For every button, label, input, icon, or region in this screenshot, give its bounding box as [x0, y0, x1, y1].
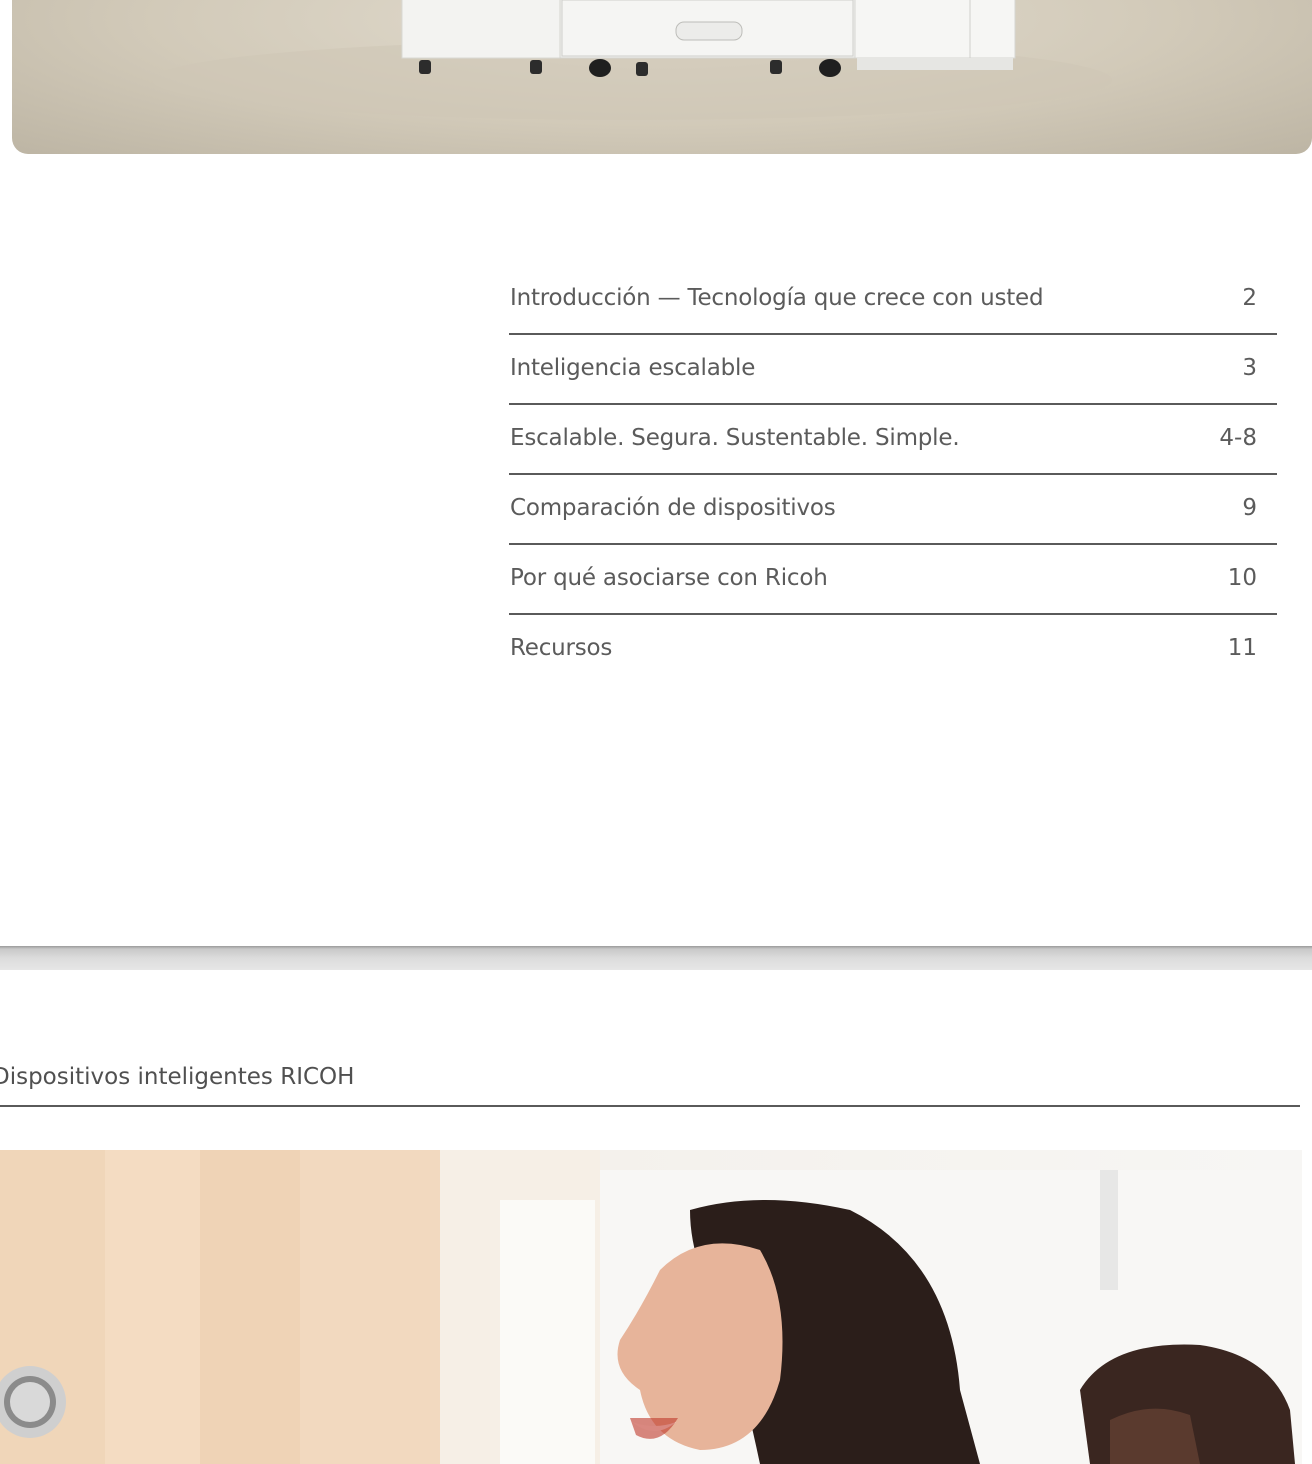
toc-entry[interactable]: Inteligencia escalable 3 [509, 335, 1277, 405]
document-page-1: Introducción — Tecnología que crece con … [0, 0, 1312, 946]
document-page-2: Dispositivos inteligentes RICOH [0, 970, 1312, 1464]
toc-entry-page: 2 [1242, 285, 1257, 311]
toc-entry-title: Introducción — Tecnología que crece con … [510, 285, 1044, 311]
office-people-photo [0, 1150, 1302, 1464]
printer-hero-image [12, 0, 1312, 154]
toc-entry-page: 3 [1242, 355, 1257, 381]
toc-entry[interactable]: Por qué asociarse con Ricoh 10 [509, 545, 1277, 615]
toc-entry-page: 11 [1227, 635, 1257, 661]
section-divider [0, 1105, 1300, 1107]
toc-entry-title: Escalable. Segura. Sustentable. Simple. [510, 425, 960, 451]
toc-entry-page: 10 [1227, 565, 1257, 591]
toc-entry-title: Comparación de dispositivos [510, 495, 836, 521]
printer-illustration [152, 0, 1112, 120]
photo-illustration [0, 1150, 1302, 1464]
toc-entry-page: 9 [1242, 495, 1257, 521]
toc-entry-page: 4-8 [1219, 425, 1257, 451]
toc-entry[interactable]: Recursos 11 [509, 615, 1277, 685]
table-of-contents: Introducción — Tecnología que crece con … [509, 265, 1277, 685]
toc-entry-title: Por qué asociarse con Ricoh [510, 565, 828, 591]
toc-entry-title: Recursos [510, 635, 613, 661]
toc-entry[interactable]: Escalable. Segura. Sustentable. Simple. … [509, 405, 1277, 475]
section-header: Dispositivos inteligentes RICOH [0, 1064, 355, 1090]
toc-entry[interactable]: Comparación de dispositivos 9 [509, 475, 1277, 545]
page-separator [0, 946, 1312, 970]
toc-entry[interactable]: Introducción — Tecnología que crece con … [509, 265, 1277, 335]
toc-entry-title: Inteligencia escalable [510, 355, 756, 381]
